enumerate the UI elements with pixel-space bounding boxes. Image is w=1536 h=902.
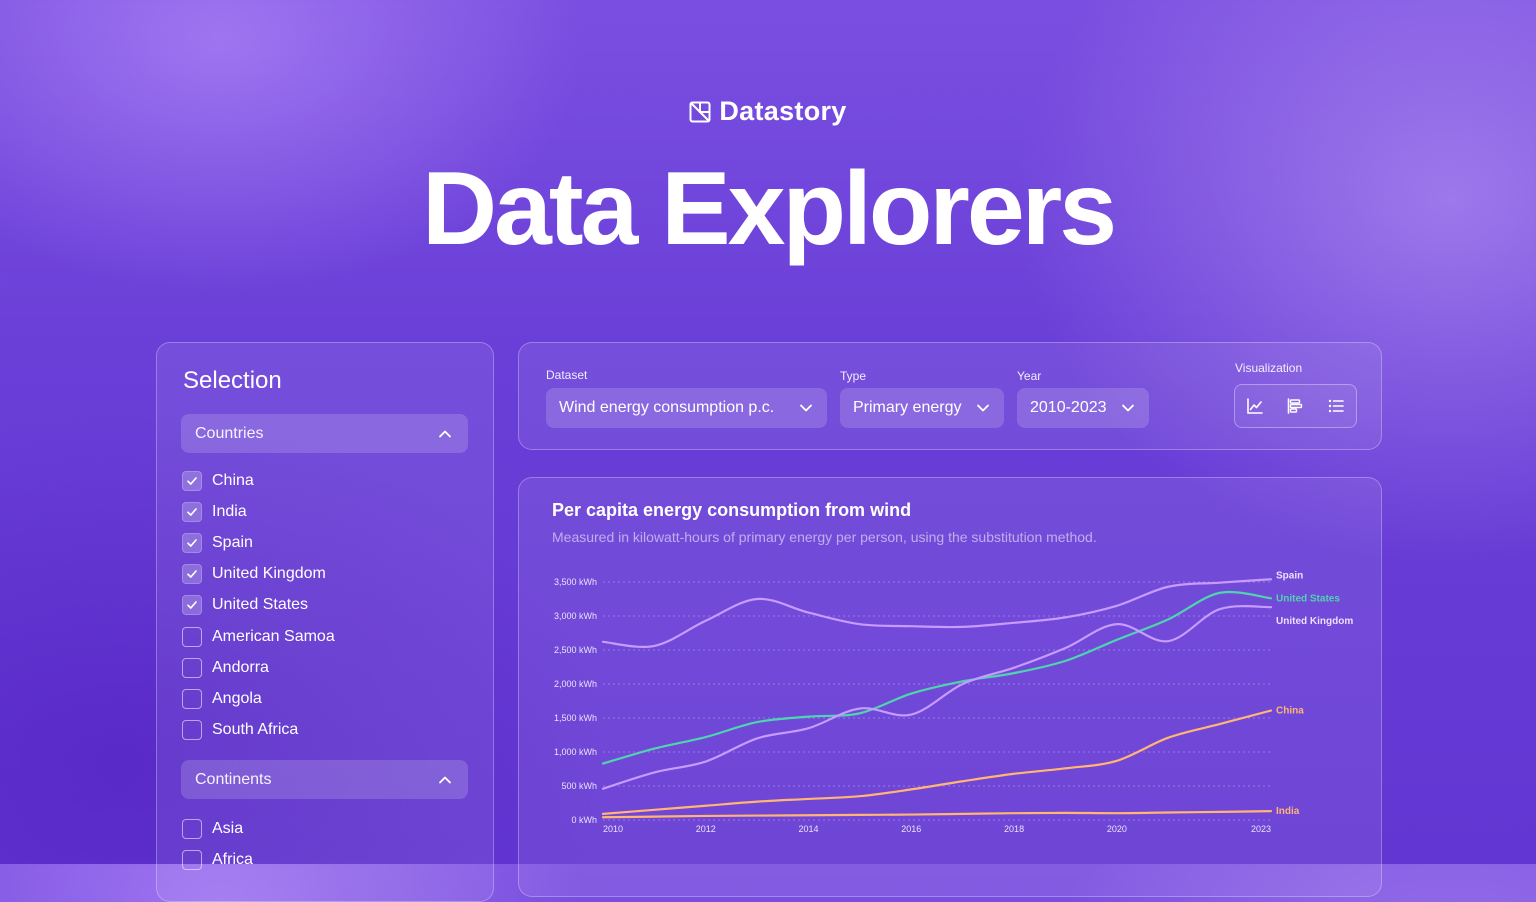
series-end-label: United Kingdom: [1276, 616, 1353, 627]
type-select[interactable]: Primary energy: [840, 388, 1004, 428]
countries-accordion-label: Countries: [195, 424, 264, 442]
chevron-down-icon: [800, 404, 812, 412]
line-chart-button[interactable]: [1235, 385, 1275, 427]
list-icon: [1328, 399, 1344, 413]
chart-panel: Per capita energy consumption from wind …: [518, 477, 1382, 897]
x-tick-label: 2010: [603, 824, 623, 834]
y-tick-label: 0 kWh: [571, 815, 597, 825]
visualization-toggle: [1234, 384, 1357, 428]
checkbox-label: Africa: [212, 850, 253, 868]
checkbox-label: Spain: [212, 533, 253, 551]
checkbox-item[interactable]: Asia: [182, 813, 253, 844]
checkbox-item[interactable]: Spain: [182, 527, 335, 558]
y-tick-label: 1,500 kWh: [554, 713, 597, 723]
checkbox[interactable]: [182, 626, 202, 647]
checkmark-icon: [187, 476, 197, 485]
checkbox-item[interactable]: United States: [182, 590, 335, 621]
dataset-select[interactable]: Wind energy consumption p.c.: [546, 388, 827, 428]
checkbox-label: Angola: [212, 689, 262, 707]
y-tick-label: 2,500 kWh: [554, 645, 597, 655]
series-end-label: Spain: [1276, 570, 1303, 581]
checkbox-label: American Samoa: [212, 627, 335, 645]
countries-list: China India Spain United Kingdom United Stat…: [182, 465, 335, 746]
controls-panel: Dataset Wind energy consumption p.c. Typ…: [518, 342, 1382, 450]
chevron-up-icon: [439, 430, 451, 437]
y-tick-label: 2,000 kWh: [554, 679, 597, 689]
continents-list: Asia Africa: [182, 813, 253, 875]
checkbox-item[interactable]: India: [182, 496, 335, 527]
checkbox-label: India: [212, 502, 247, 520]
series-end-label: India: [1276, 806, 1300, 817]
selection-title: Selection: [183, 367, 282, 394]
year-value: 2010-2023: [1030, 399, 1107, 416]
x-tick-label: 2012: [696, 824, 716, 834]
year-label: Year: [1017, 369, 1042, 383]
checkbox[interactable]: [182, 595, 202, 616]
bar-chart-button[interactable]: [1275, 385, 1315, 427]
checkbox[interactable]: [182, 688, 202, 709]
checkbox-label: United Kingdom: [212, 565, 326, 583]
checkbox[interactable]: [182, 720, 202, 741]
chevron-up-icon: [439, 776, 451, 783]
brand: Datastory: [0, 96, 1536, 127]
x-tick-label: 2016: [901, 824, 921, 834]
checkbox-label: United States: [212, 596, 309, 614]
checkbox-item[interactable]: China: [182, 465, 335, 496]
checkbox[interactable]: [182, 564, 202, 585]
type-value: Primary energy: [853, 399, 962, 416]
chevron-down-icon: [977, 404, 989, 412]
bar-chart-icon: [1288, 398, 1303, 414]
series-end-label: China: [1276, 706, 1304, 717]
checkbox[interactable]: [182, 849, 202, 870]
y-tick-label: 3,000 kWh: [554, 611, 597, 621]
x-tick-label: 2014: [799, 824, 819, 834]
visualization-label: Visualization: [1235, 361, 1303, 375]
continents-accordion[interactable]: Continents: [181, 760, 468, 799]
checkbox-item[interactable]: Andorra: [182, 652, 335, 683]
checkmark-icon: [187, 539, 197, 547]
x-tick-label: 2023: [1251, 824, 1271, 834]
checkmark-icon: [187, 507, 197, 516]
series-line: [601, 578, 1273, 648]
checkbox-item[interactable]: Angola: [182, 683, 335, 714]
year-select[interactable]: 2010-2023: [1017, 388, 1149, 428]
continents-accordion-label: Continents: [195, 770, 272, 788]
chevron-down-icon: [1122, 404, 1134, 412]
line-chart-icon: [1247, 398, 1263, 414]
selection-panel: Selection Countries China India Spain Unite…: [156, 342, 494, 902]
page-title: Data Explorers: [421, 151, 1117, 267]
series-line: [601, 605, 1273, 790]
y-tick-label: 3,500 kWh: [554, 577, 597, 587]
x-tick-label: 2018: [1004, 824, 1024, 834]
series-end-label: United States: [1276, 593, 1340, 604]
series-line: [601, 810, 1273, 819]
list-button[interactable]: [1316, 385, 1356, 427]
checkbox-item[interactable]: South Africa: [182, 715, 335, 746]
countries-accordion[interactable]: Countries: [181, 414, 468, 453]
checkbox[interactable]: [182, 470, 202, 491]
checkbox-label: Asia: [212, 819, 244, 837]
checkbox-label: South Africa: [212, 721, 299, 739]
checkbox-item[interactable]: American Samoa: [182, 621, 335, 652]
dataset-value: Wind energy consumption p.c.: [559, 399, 775, 416]
line-chart: 0 kWh 500 kWh 1,000 kWh 1,500 kWh 2,000 kWh 2…: [554, 570, 1353, 834]
y-tick-label: 1,000 kWh: [554, 747, 597, 757]
dataset-label: Dataset: [546, 368, 588, 382]
checkmark-icon: [187, 601, 197, 610]
checkbox[interactable]: [182, 818, 202, 839]
checkbox-label: China: [212, 471, 254, 489]
checkbox-label: Andorra: [212, 658, 269, 676]
x-tick-label: 2020: [1107, 824, 1127, 834]
checkbox-item[interactable]: Africa: [182, 844, 253, 875]
checkmark-icon: [187, 570, 197, 579]
brand-name: Datastory: [719, 96, 847, 126]
y-tick-label: 500 kWh: [561, 781, 597, 791]
datastory-logo-icon: [689, 101, 711, 122]
checkbox[interactable]: [182, 657, 202, 678]
type-label: Type: [840, 369, 867, 383]
checkbox[interactable]: [182, 532, 202, 553]
checkbox-item[interactable]: United Kingdom: [182, 559, 335, 590]
checkbox[interactable]: [182, 501, 202, 522]
